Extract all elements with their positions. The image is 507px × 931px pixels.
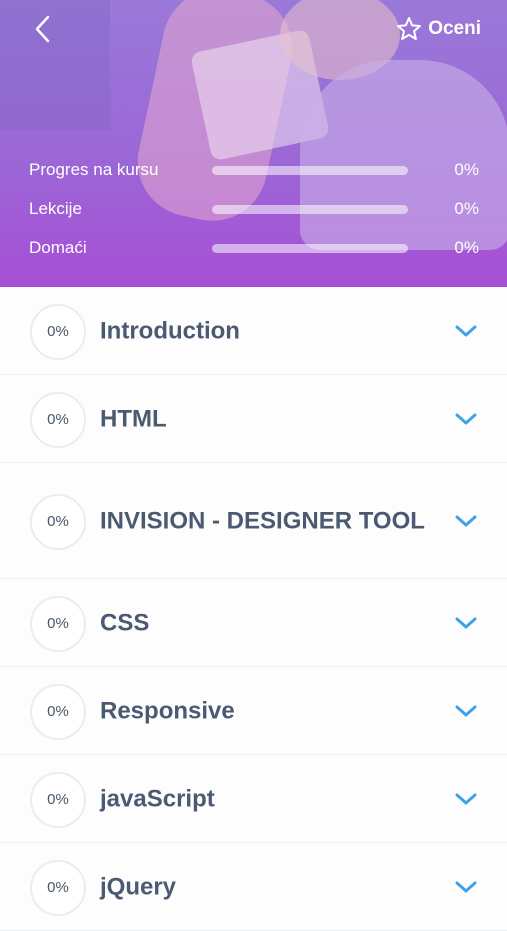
- module-title: HTML: [100, 405, 167, 432]
- module-item-html[interactable]: 0% HTML: [0, 375, 507, 463]
- module-title: javaScript: [100, 785, 215, 812]
- chevron-down-icon[interactable]: [455, 323, 477, 339]
- progress-bar: [212, 205, 408, 214]
- module-title: Responsive: [100, 697, 235, 724]
- stat-homework: Domaći 0%: [0, 234, 507, 273]
- stat-lessons: Lekcije 0%: [0, 195, 507, 234]
- stat-label: Domaći: [29, 238, 87, 257]
- module-item-invision[interactable]: 0% INVISION - DESIGNER TOOL: [0, 463, 507, 579]
- stat-value: 0%: [454, 199, 479, 218]
- module-progress-circle: 0%: [30, 771, 86, 828]
- module-item-javascript[interactable]: 0% javaScript: [0, 755, 507, 843]
- chevron-down-icon[interactable]: [455, 513, 477, 529]
- module-list: 0% Introduction 0% HTML 0% INVISION - DE…: [0, 287, 507, 931]
- star-icon: [397, 17, 422, 40]
- progress-stats: Progres na kursu 0% Lekcije 0% Domaći 0%: [0, 156, 507, 273]
- back-button[interactable]: [28, 14, 58, 44]
- stat-course-progress: Progres na kursu 0%: [0, 156, 507, 195]
- module-title: jQuery: [100, 873, 177, 900]
- module-title: INVISION - DESIGNER TOOL: [100, 507, 425, 534]
- module-item-responsive[interactable]: 0% Responsive: [0, 667, 507, 755]
- chevron-down-icon[interactable]: [455, 879, 477, 895]
- rate-label: Oceni: [428, 18, 481, 39]
- rate-button[interactable]: Oceni: [396, 14, 481, 44]
- module-item-css[interactable]: 0% CSS: [0, 579, 507, 667]
- chevron-down-icon[interactable]: [455, 703, 477, 719]
- module-item-jquery[interactable]: 0% jQuery: [0, 843, 507, 931]
- course-header: Oceni Progres na kursu 0% Lekcije 0% Dom…: [0, 0, 507, 287]
- module-item-introduction[interactable]: 0% Introduction: [0, 287, 507, 375]
- module-progress-circle: 0%: [30, 595, 86, 652]
- chevron-down-icon[interactable]: [455, 791, 477, 807]
- module-title: CSS: [100, 609, 150, 636]
- stat-label: Progres na kursu: [29, 160, 159, 179]
- progress-bar: [212, 244, 408, 253]
- stat-value: 0%: [454, 160, 479, 179]
- module-progress-circle: 0%: [30, 493, 86, 550]
- chevron-down-icon[interactable]: [455, 411, 477, 427]
- chevron-down-icon[interactable]: [455, 615, 477, 631]
- chevron-left-icon: [35, 15, 50, 43]
- module-progress-circle: 0%: [30, 391, 86, 448]
- progress-bar: [212, 166, 408, 175]
- stat-value: 0%: [454, 238, 479, 257]
- stat-label: Lekcije: [29, 199, 82, 218]
- module-progress-circle: 0%: [30, 859, 86, 916]
- module-title: Introduction: [100, 317, 240, 344]
- module-progress-circle: 0%: [30, 683, 86, 740]
- module-progress-circle: 0%: [30, 303, 86, 360]
